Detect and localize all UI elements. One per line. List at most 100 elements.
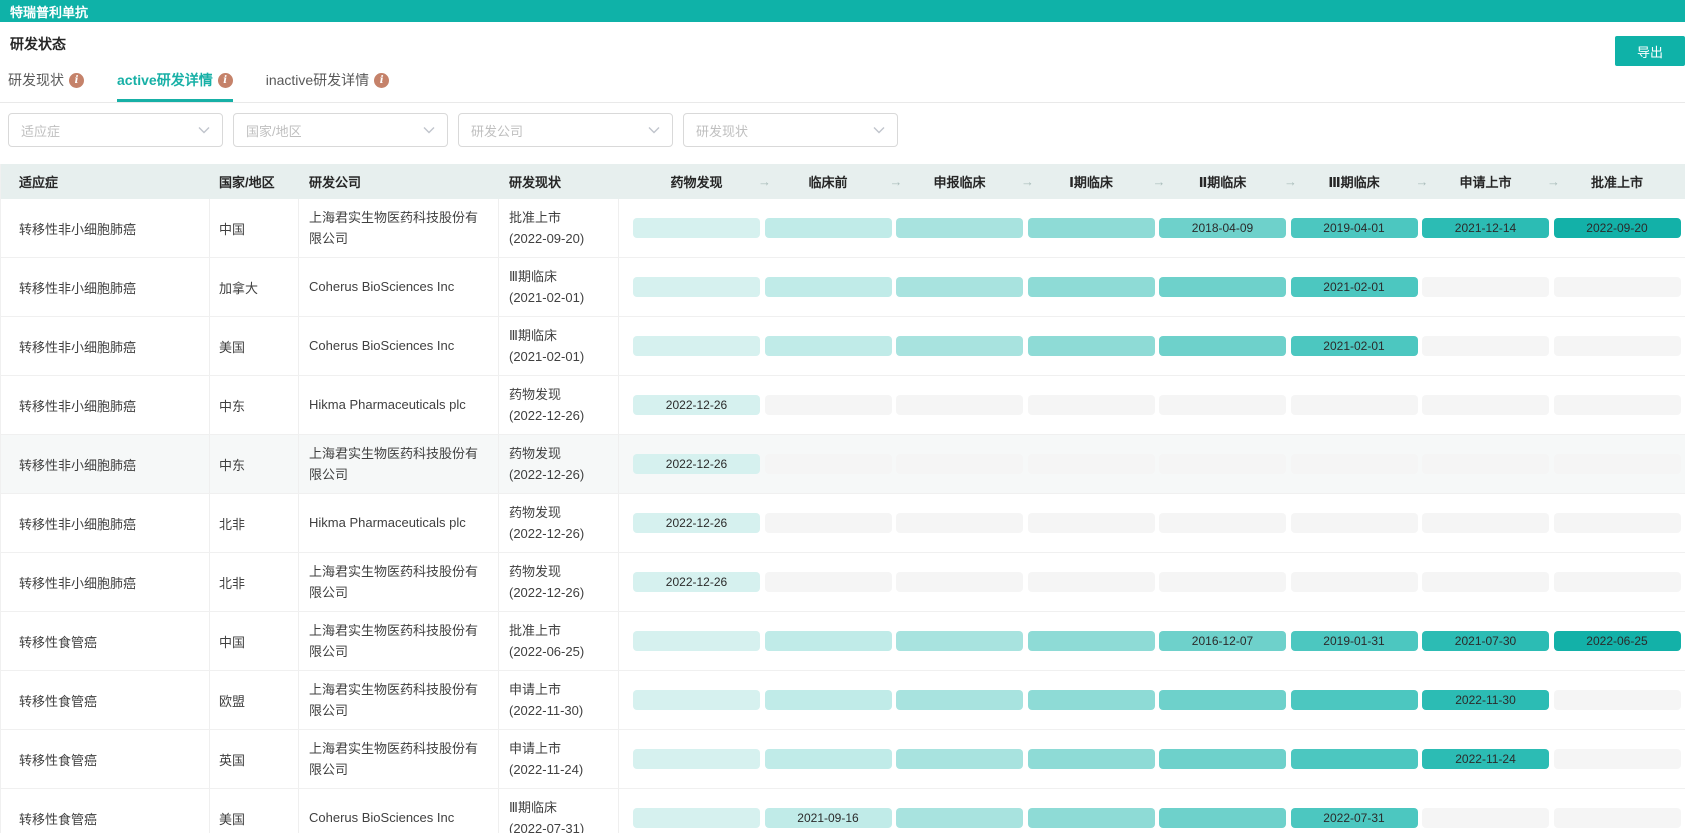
company-cell: Hikma Pharmaceuticals plc [299, 494, 499, 552]
region-text: 中东 [219, 396, 245, 415]
select-placeholder: 适应症 [21, 121, 60, 140]
stage-bar [1159, 690, 1286, 710]
status-cell: 药物发现(2022-12-26) [499, 376, 619, 434]
stage-bar: 2022-12-26 [633, 395, 760, 415]
chevron-down-icon [423, 124, 435, 136]
indication-cell: 转移性非小细胞肺癌 [1, 435, 210, 493]
tab-active-rd-details[interactable]: active研发详情 i [117, 70, 233, 102]
info-icon[interactable]: i [218, 73, 233, 88]
stage-column-header: →药物发现 [633, 172, 760, 191]
stage-bar [1554, 572, 1681, 592]
stage-bar [896, 631, 1023, 651]
stage-bar [1422, 277, 1549, 297]
stage-bar: 2021-02-01 [1291, 336, 1418, 356]
region-cell: 中东 [210, 435, 299, 493]
indication-filter-select[interactable]: 适应症 [8, 113, 223, 147]
status-filter-select[interactable]: 研发现状 [683, 113, 898, 147]
stage-bar [1291, 513, 1418, 533]
company-cell: 上海君实生物医药科技股份有限公司 [299, 612, 499, 670]
stage-bar [1554, 808, 1681, 828]
stage-bar [1028, 631, 1155, 651]
pipeline-cell: 2022-12-26 [619, 553, 1685, 611]
chevron-down-icon [648, 124, 660, 136]
stage-bar [1291, 454, 1418, 474]
stage-bar [1028, 808, 1155, 828]
stage-date-label: 2018-04-09 [1192, 221, 1253, 235]
indication-text: 转移性食管癌 [19, 632, 97, 651]
status-text: 药物发现 [509, 561, 584, 582]
stage-bar [1291, 572, 1418, 592]
indication-text: 转移性食管癌 [19, 691, 97, 710]
indication-text: 转移性非小细胞肺癌 [19, 455, 136, 474]
stage-bar [1028, 513, 1155, 533]
stage-bar: 2022-12-26 [633, 572, 760, 592]
status-cell: 批准上市(2022-06-25) [499, 612, 619, 670]
stage-bar [1554, 749, 1681, 769]
stage-bar [765, 572, 892, 592]
indication-text: 转移性食管癌 [19, 809, 97, 828]
region-text: 中国 [219, 632, 245, 651]
info-icon[interactable]: i [374, 73, 389, 88]
indication-cell: 转移性非小细胞肺癌 [1, 376, 210, 434]
company-cell: 上海君实生物医药科技股份有限公司 [299, 671, 499, 729]
indication-cell: 转移性食管癌 [1, 730, 210, 788]
stage-bar: 2019-01-31 [1291, 631, 1418, 651]
stage-bar [1028, 277, 1155, 297]
company-filter-select[interactable]: 研发公司 [458, 113, 673, 147]
status-text: Ⅲ期临床 [509, 266, 584, 287]
table-row: 转移性非小细胞肺癌中东Hikma Pharmaceuticals plc药物发现… [1, 376, 1685, 435]
stage-bar [765, 218, 892, 238]
company-cell: 上海君实生物医药科技股份有限公司 [299, 199, 499, 257]
stage-bar: 2021-12-14 [1422, 218, 1549, 238]
stage-bar [1554, 395, 1681, 415]
stage-column-header: →申报临床 [896, 172, 1023, 191]
status-text: 批准上市 [509, 207, 584, 228]
region-text: 中东 [219, 455, 245, 474]
stage-bar [633, 631, 760, 651]
stage-bar [1554, 336, 1681, 356]
stage-bar [1159, 572, 1286, 592]
info-icon[interactable]: i [69, 73, 84, 88]
status-cell: Ⅲ期临床(2021-02-01) [499, 258, 619, 316]
stage-bar [765, 395, 892, 415]
stage-bar [1554, 513, 1681, 533]
region-text: 英国 [219, 750, 245, 769]
company-text: 上海君实生物医药科技股份有限公司 [309, 207, 490, 250]
status-cell: 药物发现(2022-12-26) [499, 435, 619, 493]
stage-bar [896, 572, 1023, 592]
status-date-text: (2022-06-25) [509, 641, 584, 662]
stage-date-label: 2021-02-01 [1323, 280, 1384, 294]
tab-inactive-rd-details[interactable]: inactive研发详情 i [266, 70, 389, 102]
stage-date-label: 2022-11-30 [1455, 693, 1516, 707]
stage-bar [896, 513, 1023, 533]
select-placeholder: 研发现状 [696, 121, 748, 140]
tab-rd-status[interactable]: 研发现状 i [8, 70, 84, 102]
indication-cell: 转移性食管癌 [1, 671, 210, 729]
stage-bar [1028, 218, 1155, 238]
region-text: 加拿大 [219, 278, 258, 297]
export-button[interactable]: 导出 [1615, 36, 1685, 66]
table-row: 转移性非小细胞肺癌北非Hikma Pharmaceuticals plc药物发现… [1, 494, 1685, 553]
column-header-status: 研发现状 [499, 164, 619, 199]
status-cell: 申请上市(2022-11-30) [499, 671, 619, 729]
stage-date-label: 2022-11-24 [1455, 752, 1516, 766]
stage-bar [633, 690, 760, 710]
stage-bar [633, 336, 760, 356]
stage-date-label: 2021-02-01 [1323, 339, 1384, 353]
stage-bar [765, 513, 892, 533]
company-text: Hikma Pharmaceuticals plc [309, 512, 466, 533]
stage-date-label: 2021-07-30 [1455, 634, 1516, 648]
table-row: 转移性食管癌欧盟上海君实生物医药科技股份有限公司申请上市(2022-11-30)… [1, 671, 1685, 730]
indication-cell: 转移性非小细胞肺癌 [1, 317, 210, 375]
stage-bar [1028, 690, 1155, 710]
status-date-text: (2022-11-24) [509, 759, 583, 780]
stage-bar: 2022-12-26 [633, 513, 760, 533]
company-text: 上海君实生物医药科技股份有限公司 [309, 738, 490, 781]
region-filter-select[interactable]: 国家/地区 [233, 113, 448, 147]
region-cell: 北非 [210, 494, 299, 552]
stage-bar [1159, 336, 1286, 356]
status-date-text: (2022-11-30) [509, 700, 583, 721]
company-text: 上海君实生物医药科技股份有限公司 [309, 443, 490, 486]
status-text: 药物发现 [509, 443, 584, 464]
status-date-text: (2022-07-31) [509, 818, 584, 833]
